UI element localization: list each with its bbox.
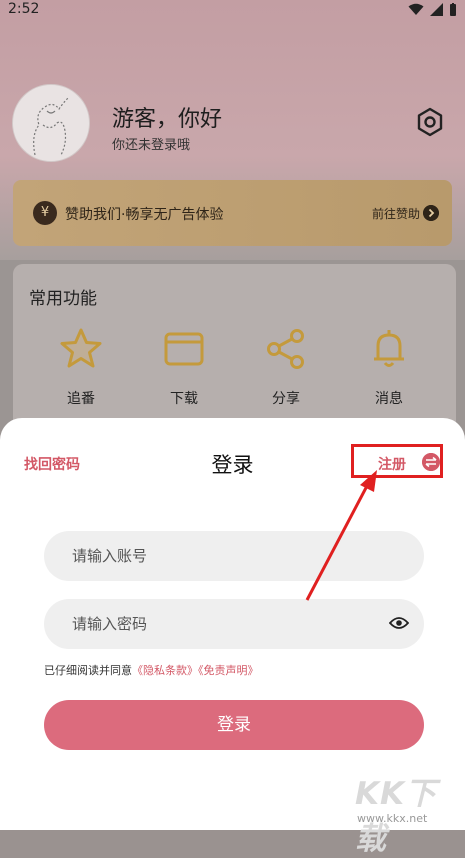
feature-share[interactable]: 分享: [246, 326, 326, 408]
avatar-sketch-icon: [33, 96, 70, 156]
avatar[interactable]: [12, 84, 90, 162]
status-bar: 2:52: [0, 0, 465, 20]
feature-download[interactable]: 下载: [144, 326, 224, 408]
settings-icon[interactable]: [414, 106, 446, 138]
feature-label: 消息: [375, 391, 403, 407]
greeting: 游客，你好: [112, 107, 223, 132]
agreement-text: 已仔细阅读并同意《隐私条款》《免责声明》: [44, 662, 259, 678]
login-status-text: 你还未登录哦: [112, 138, 191, 153]
feature-label: 追番: [67, 391, 95, 407]
yuan-icon: ¥: [33, 201, 57, 225]
status-icons: [408, 3, 457, 16]
feature-follow[interactable]: 追番: [41, 326, 121, 408]
wifi-icon: [408, 3, 424, 15]
chevron-right-icon: [423, 205, 439, 221]
feature-label: 下载: [170, 391, 198, 407]
sponsor-banner[interactable]: ¥ 赞助我们·畅享无广告体验 前往赞助: [13, 180, 452, 246]
folder-icon: [164, 332, 204, 366]
status-time: 2:52: [8, 1, 40, 17]
register-button[interactable]: 注册: [351, 444, 443, 478]
sponsor-link[interactable]: 前往赞助: [372, 205, 420, 222]
watermark-logo: KK下载 www.kkx.net: [345, 768, 460, 857]
account-input[interactable]: [44, 531, 424, 581]
star-icon: [60, 328, 102, 368]
feature-label: 分享: [272, 391, 300, 407]
privacy-link[interactable]: 《隐私条款》: [132, 664, 198, 677]
feature-message[interactable]: 消息: [349, 326, 429, 408]
register-label: 注册: [378, 457, 406, 473]
share-icon: [267, 329, 304, 369]
common-features-panel: 常用功能 追番 下载 分享 消息: [13, 264, 456, 434]
disclaimer-link[interactable]: 《免责声明》: [198, 664, 259, 677]
switch-icon: [422, 453, 440, 471]
battery-icon: [450, 3, 456, 16]
password-input[interactable]: [44, 599, 424, 649]
eye-icon[interactable]: [389, 615, 409, 631]
sponsor-text: 赞助我们·畅享无广告体验: [65, 207, 224, 223]
login-button[interactable]: 登录: [44, 700, 424, 750]
signal-icon: [430, 3, 443, 16]
agreement-prefix: 已仔细阅读并同意: [44, 664, 132, 677]
bell-icon: [374, 330, 404, 367]
watermark-url: www.kkx.net: [357, 812, 428, 825]
features-title: 常用功能: [29, 289, 97, 309]
